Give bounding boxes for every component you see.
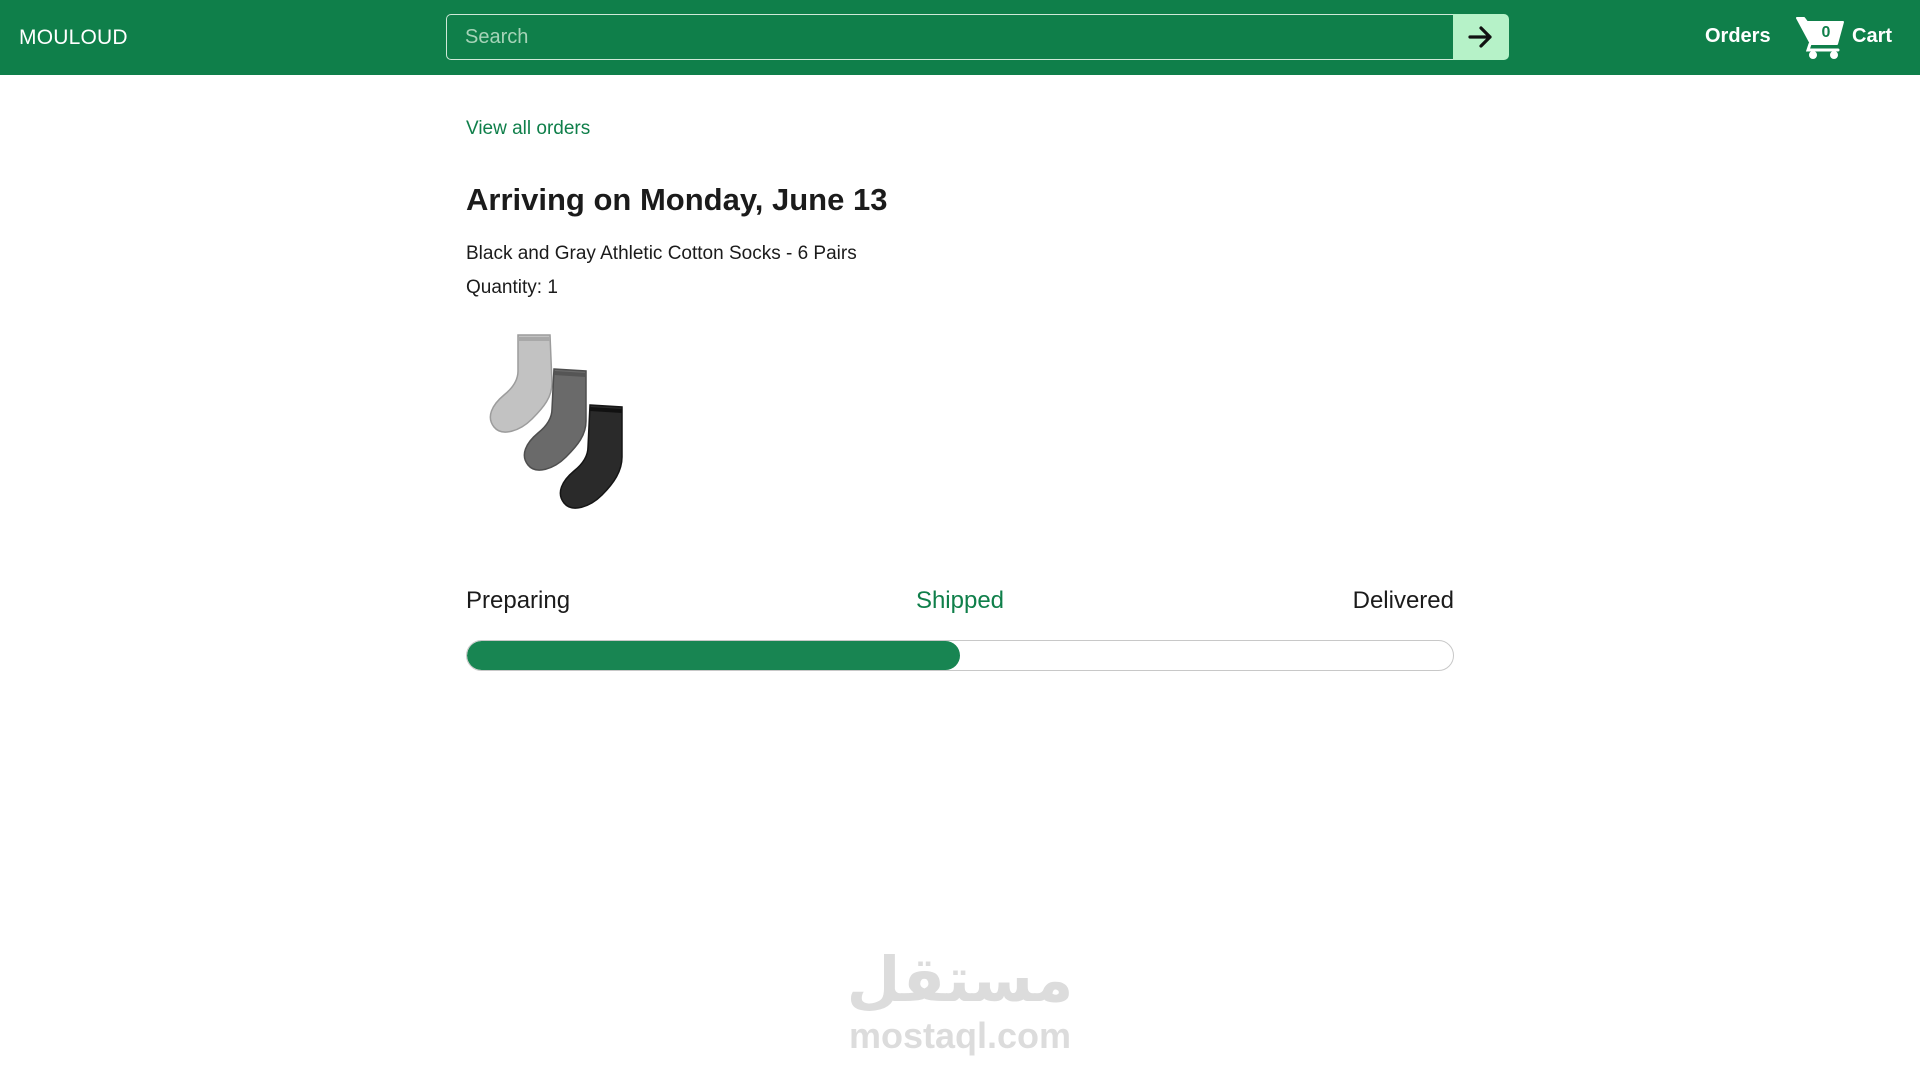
cart-count: 0 xyxy=(1821,24,1831,41)
progress-bar-fill xyxy=(467,641,960,670)
progress-label-shipped: Shipped xyxy=(915,587,1005,614)
view-all-orders-link[interactable]: View all orders xyxy=(466,118,590,140)
brand-logo[interactable]: MOULOUD xyxy=(19,26,128,50)
cart-label: Cart xyxy=(1852,25,1893,47)
watermark-domain: mostaql.com xyxy=(848,1015,1072,1056)
progress-label-delivered: Delivered xyxy=(1352,587,1454,614)
progress-bar xyxy=(466,640,1454,671)
light-gray-sock xyxy=(489,334,553,433)
watermark: مستقل mostaql.com xyxy=(843,943,1077,1057)
arrival-title: Arriving on Monday, June 13 xyxy=(466,182,888,217)
top-header: MOULOUD Orders 0 Cart xyxy=(0,0,1920,75)
search-bar xyxy=(446,14,1509,60)
progress-labels: Preparing Shipped Delivered xyxy=(466,587,1454,617)
search-button[interactable] xyxy=(1453,14,1509,60)
socks-image xyxy=(489,334,623,509)
product-name: Black and Gray Athletic Cotton Socks - 6… xyxy=(466,243,857,264)
cart-link[interactable]: 0 Cart xyxy=(1796,14,1896,60)
watermark-arabic-logo: مستقل xyxy=(846,943,1074,1016)
product-quantity: Quantity: 1 xyxy=(466,277,558,298)
arrow-right-icon xyxy=(1468,26,1492,48)
orders-link[interactable]: Orders xyxy=(1705,25,1771,48)
search-input[interactable] xyxy=(446,14,1453,60)
